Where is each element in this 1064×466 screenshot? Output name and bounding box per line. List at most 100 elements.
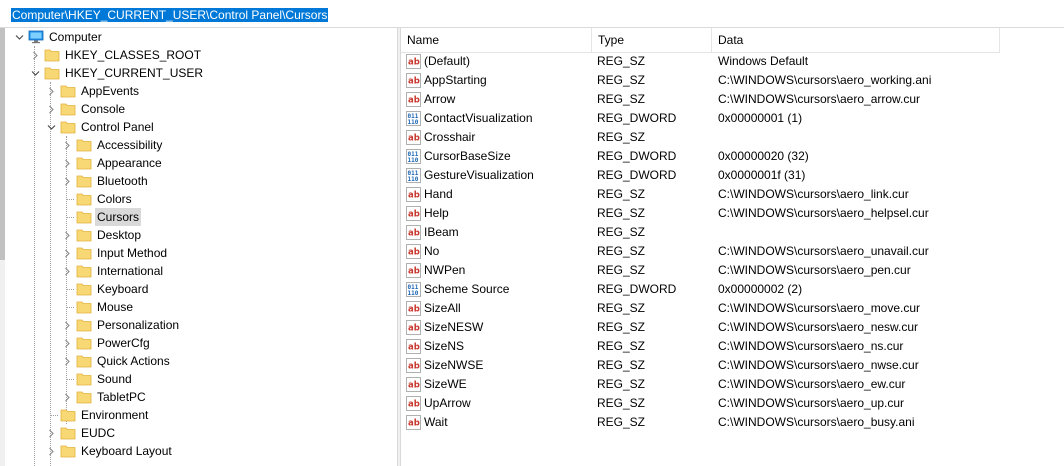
tree-item-label: Cursors <box>95 208 142 226</box>
tree-item-computer[interactable]: Computer <box>0 28 397 46</box>
tree-item-hkey-classes-root[interactable]: HKEY_CLASSES_ROOT <box>0 46 397 64</box>
list-row[interactable]: 011 110 CursorBaseSize REG_DWORD 0x00000020 … <box>401 147 1064 166</box>
chevron-right-icon[interactable] <box>61 244 73 262</box>
tree-item-tabletpc[interactable]: TabletPC <box>0 388 397 406</box>
list-row[interactable]: ab IBeam REG_SZ <box>401 223 1064 242</box>
value-type: REG_SZ <box>597 206 646 220</box>
tree-item-eudc[interactable]: EUDC <box>0 424 397 442</box>
chevron-right-icon[interactable] <box>61 316 73 334</box>
chevron-right-icon[interactable] <box>45 82 57 100</box>
value-type: REG_SZ <box>597 130 646 144</box>
tree-item-personalization[interactable]: Personalization <box>0 316 397 334</box>
tree-item-powercfg[interactable]: PowerCfg <box>0 334 397 352</box>
tree-item-bluetooth[interactable]: Bluetooth <box>0 172 397 190</box>
address-bar[interactable]: Computer\HKEY_CURRENT_USER\Control Panel… <box>0 0 1064 28</box>
chevron-right-icon[interactable] <box>61 172 73 190</box>
tree-guide-line <box>66 289 74 290</box>
list-row[interactable]: 011 110 Scheme Source REG_DWORD 0x00000002 (… <box>401 280 1064 299</box>
svg-text:ab: ab <box>408 96 420 106</box>
address-path[interactable]: Computer\HKEY_CURRENT_USER\Control Panel… <box>11 8 329 22</box>
chevron-right-icon[interactable] <box>61 154 73 172</box>
list-row[interactable]: 011 110 GestureVisualization REG_DWORD 0x000… <box>401 166 1064 185</box>
value-data: C:\WINDOWS\cursors\aero_helpsel.cur <box>718 206 929 220</box>
tree-item-international[interactable]: International <box>0 262 397 280</box>
tree-item-label: Computer <box>49 30 102 44</box>
list-row[interactable]: ab Crosshair REG_SZ <box>401 128 1064 147</box>
folder-icon <box>44 65 60 81</box>
list-row[interactable]: ab Help REG_SZ C:\WINDOWS\cursors\aero_help… <box>401 204 1064 223</box>
column-header-type[interactable]: Type <box>592 28 712 52</box>
list-row[interactable]: ab No REG_SZ C:\WINDOWS\cursors\aero_unavai… <box>401 242 1064 261</box>
list-row[interactable]: ab (Default) REG_SZ Windows Default <box>401 52 1064 71</box>
dword-value-icon: 011 110 <box>406 111 421 126</box>
value-data: C:\WINDOWS\cursors\aero_ew.cur <box>718 377 906 391</box>
chevron-down-icon[interactable] <box>45 118 57 136</box>
list-row[interactable]: ab Hand REG_SZ C:\WINDOWS\cursors\aero_link… <box>401 185 1064 204</box>
tree-item-label: Input Method <box>97 246 168 260</box>
chevron-right-icon[interactable] <box>61 136 73 154</box>
tree-item-console[interactable]: Console <box>0 100 397 118</box>
tree-item-label: Control Panel <box>81 120 154 134</box>
chevron-right-icon[interactable] <box>45 442 57 460</box>
column-header-data[interactable]: Data <box>712 28 1000 52</box>
chevron-down-icon[interactable] <box>29 64 41 82</box>
tree-item-mouse[interactable]: Mouse <box>0 298 397 316</box>
tree-item-label: Appearance <box>97 156 162 170</box>
tree-item-keyboard-layout[interactable]: Keyboard Layout <box>0 442 397 460</box>
tree-item-label: HKEY_CLASSES_ROOT <box>65 48 202 62</box>
chevron-right-icon[interactable] <box>45 100 57 118</box>
tree-item-colors[interactable]: Colors <box>0 190 397 208</box>
chevron-right-icon[interactable] <box>61 226 73 244</box>
dword-value-icon: 011 110 <box>406 149 421 164</box>
tree-item-input-method[interactable]: Input Method <box>0 244 397 262</box>
chevron-right-icon[interactable] <box>61 388 73 406</box>
value-data: C:\WINDOWS\cursors\aero_move.cur <box>718 301 921 315</box>
svg-text:ab: ab <box>408 305 420 315</box>
list-row[interactable]: ab SizeNESW REG_SZ C:\WINDOWS\cursors\aero_… <box>401 318 1064 337</box>
tree-item-control-panel[interactable]: Control Panel <box>0 118 397 136</box>
chevron-right-icon[interactable] <box>61 262 73 280</box>
value-type: REG_SZ <box>597 92 646 106</box>
list-row[interactable]: ab Arrow REG_SZ C:\WINDOWS\cursors\aero_arr… <box>401 90 1064 109</box>
list-row[interactable]: ab NWPen REG_SZ C:\WINDOWS\cursors\aero_pen… <box>401 261 1064 280</box>
tree-item-appevents[interactable]: AppEvents <box>0 82 397 100</box>
tree-item-hkey-current-user[interactable]: HKEY_CURRENT_USER <box>0 64 397 82</box>
string-value-icon: ab <box>406 206 421 221</box>
list-row[interactable]: ab SizeWE REG_SZ C:\WINDOWS\cursors\aero_ew… <box>401 375 1064 394</box>
tree-item-quick-actions[interactable]: Quick Actions <box>0 352 397 370</box>
list-row[interactable]: ab SizeNS REG_SZ C:\WINDOWS\cursors\aero_ns… <box>401 337 1064 356</box>
tree-item-appearance[interactable]: Appearance <box>0 154 397 172</box>
list-row[interactable]: ab SizeAll REG_SZ C:\WINDOWS\cursors\aero_m… <box>401 299 1064 318</box>
chevron-right-icon[interactable] <box>61 334 73 352</box>
string-value-icon: ab <box>406 339 421 354</box>
tree-item-label: Quick Actions <box>97 354 170 368</box>
registry-tree[interactable]: Computer HKEY_CLASSES_ROOT HKEY_CURRENT_US… <box>0 28 397 466</box>
svg-text:ab: ab <box>408 362 420 372</box>
list-row[interactable]: 011 110 ContactVisualization REG_DWORD 0x000… <box>401 109 1064 128</box>
tree-item-desktop[interactable]: Desktop <box>0 226 397 244</box>
tree-guide-line <box>50 415 58 416</box>
tree-item-label: Accessibility <box>97 138 163 152</box>
value-name: SizeNS <box>424 339 465 353</box>
list-row[interactable]: ab Wait REG_SZ C:\WINDOWS\cursors\aero_busy… <box>401 413 1064 432</box>
chevron-right-icon[interactable] <box>61 352 73 370</box>
chevron-down-icon[interactable] <box>13 28 25 46</box>
svg-text:ab: ab <box>408 77 420 87</box>
column-header-name[interactable]: Name <box>401 28 592 52</box>
values-list[interactable]: Name Type Data ab (Default) REG_SZ Windows … <box>401 28 1064 466</box>
svg-text:ab: ab <box>408 134 420 144</box>
list-row[interactable]: ab AppStarting REG_SZ C:\WINDOWS\cursors\ae… <box>401 71 1064 90</box>
value-data: Windows Default <box>718 54 809 68</box>
svg-text:110: 110 <box>408 157 419 164</box>
list-row[interactable]: ab SizeNWSE REG_SZ C:\WINDOWS\cursors\aero_… <box>401 356 1064 375</box>
chevron-right-icon[interactable] <box>29 46 41 64</box>
tree-item-cursors[interactable]: Cursors <box>0 208 397 226</box>
dword-value-icon: 011 110 <box>406 168 421 183</box>
chevron-right-icon[interactable] <box>45 424 57 442</box>
tree-item-sound[interactable]: Sound <box>0 370 397 388</box>
list-row[interactable]: ab UpArrow REG_SZ C:\WINDOWS\cursors\aero_u… <box>401 394 1064 413</box>
tree-item-accessibility[interactable]: Accessibility <box>0 136 397 154</box>
tree-item-environment[interactable]: Environment <box>0 406 397 424</box>
folder-icon <box>76 137 92 153</box>
tree-item-keyboard[interactable]: Keyboard <box>0 280 397 298</box>
